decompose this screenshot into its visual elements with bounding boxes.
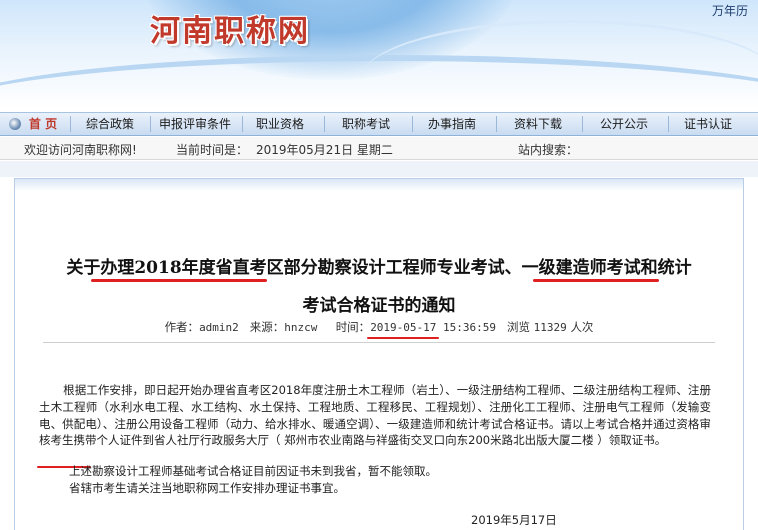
source-label: 来源：: [249, 320, 285, 334]
welcome-text: 欢迎访问河南职称网!: [24, 143, 137, 157]
nav-divider: [150, 116, 151, 132]
article-meta: 作者：admin2 来源：hnzcw 时间：2019-05-17 15:36:5…: [15, 319, 743, 335]
nav-certificate-auth[interactable]: 证书认证: [676, 113, 740, 135]
views-label: 浏览: [507, 320, 530, 334]
article-paragraph: 省辖市考生请关注当地职称网工作安排办理证书事宜。: [69, 481, 345, 495]
nav-divider: [496, 116, 497, 132]
time-label: 时间：: [335, 320, 371, 334]
current-time-label: 当前时间是：: [176, 143, 249, 157]
highlight-underline: [533, 279, 659, 282]
author-label: 作者：: [164, 320, 200, 334]
meta-divider: [43, 342, 715, 343]
nav-home[interactable]: 首 页: [24, 113, 62, 135]
header-banner: 河南职称网 万年历: [0, 0, 758, 108]
nav-divider: [242, 116, 243, 132]
site-logo-title[interactable]: 河南职称网: [150, 6, 350, 49]
main-navigation: 首 页 综合政策 申报评审条件 职业资格 职称考试 办事指南 资料下载 公开公示…: [0, 112, 758, 136]
nav-guide[interactable]: 办事指南: [420, 113, 484, 135]
spacer: [0, 161, 758, 177]
nav-divider: [324, 116, 325, 132]
highlight-underline: [367, 337, 439, 339]
nav-divider: [668, 116, 669, 132]
article-paragraph: 上述勘察设计工程师基础考试合格证目前因证书未到我省，暂不能领取。: [69, 464, 437, 478]
views-unit: 人次: [570, 320, 594, 334]
article-paragraph: 根据工作安排，即日起开始办理省直考区2018年度注册土木工程师（岩土）、一级注册…: [39, 383, 711, 448]
calendar-link[interactable]: 万年历: [712, 2, 748, 19]
nav-qualification[interactable]: 职业资格: [248, 113, 312, 135]
nav-title-exam[interactable]: 职称考试: [334, 113, 398, 135]
panel-header-gradient: [15, 179, 743, 191]
nav-policy[interactable]: 综合政策: [78, 113, 142, 135]
article-panel: 关于办理2018年度省直考区部分勘察设计工程师专业考试、一级建造师考试和统计 考…: [14, 178, 744, 530]
article-title: 关于办理2018年度省直考区部分勘察设计工程师专业考试、一级建造师考试和统计 考…: [15, 249, 743, 325]
nav-divider: [70, 116, 71, 132]
source-value: hnzcw: [284, 321, 318, 334]
site-search-label: 站内搜索：: [518, 143, 579, 157]
nav-downloads[interactable]: 资料下载: [506, 113, 570, 135]
nav-public-notice[interactable]: 公开公示: [592, 113, 656, 135]
home-icon: [9, 118, 21, 130]
current-time-value: 2019年05月21日 星期二: [256, 143, 393, 157]
nav-review-conditions[interactable]: 申报评审条件: [154, 113, 236, 135]
author-value: admin2: [199, 321, 239, 334]
info-bar: 欢迎访问河南职称网! 当前时间是： 2019年05月21日 星期二 站内搜索：: [0, 137, 758, 160]
nav-divider: [412, 116, 413, 132]
highlight-underline: [91, 279, 267, 282]
publish-time: 2019-05-17 15:36:59: [370, 321, 497, 334]
nav-divider: [582, 116, 583, 132]
views-count: 11329: [533, 321, 567, 334]
article-date: 2019年5月17日: [471, 513, 557, 527]
